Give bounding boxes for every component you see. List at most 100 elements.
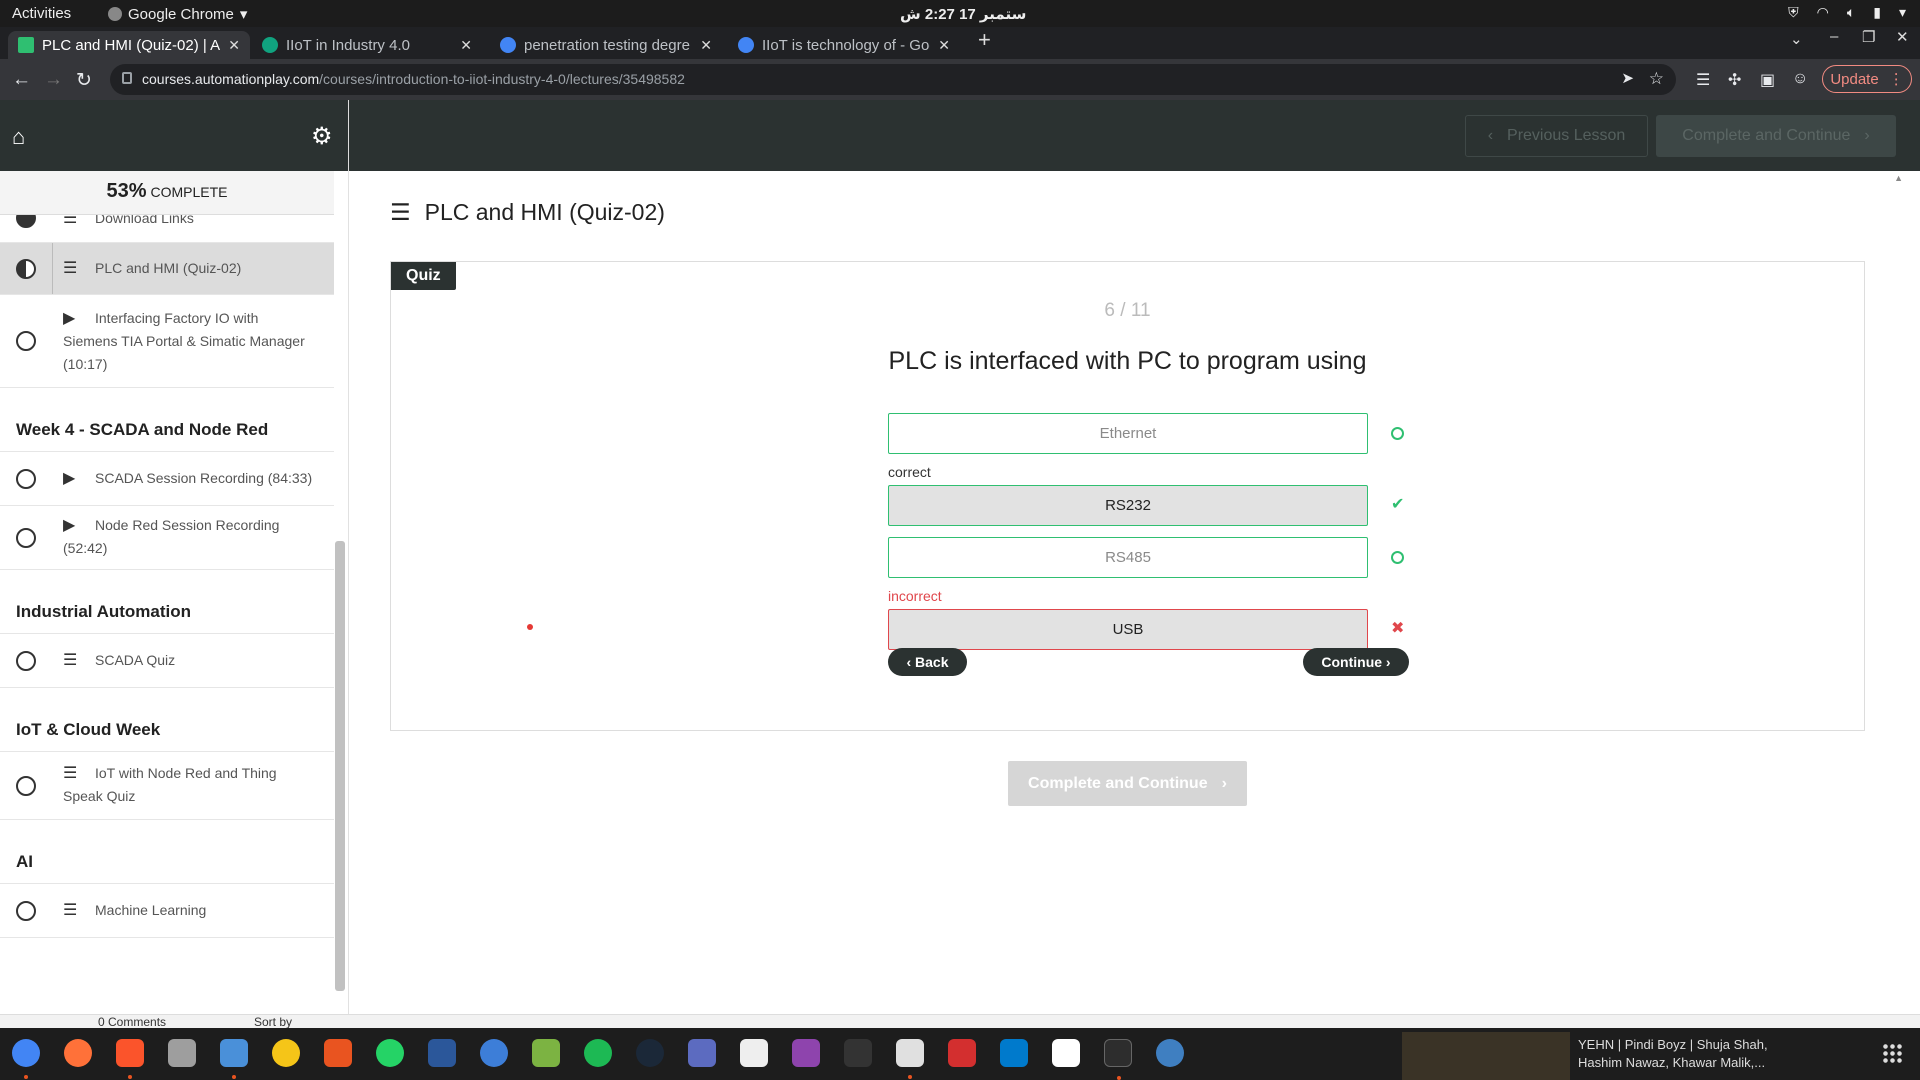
video-app-icon[interactable]: [792, 1039, 820, 1067]
text-editor-app-icon[interactable]: [896, 1039, 924, 1079]
continue-button[interactable]: Continue ›: [1303, 648, 1409, 676]
app-menu[interactable]: Google Chrome ▾: [108, 5, 247, 23]
complete-continue-label: Complete and Continue: [1028, 774, 1208, 792]
tab-penetration-testing[interactable]: penetration testing degre ✕: [490, 31, 722, 59]
header-complete-continue-button[interactable]: Complete and Continue ›: [1656, 115, 1896, 157]
send-icon[interactable]: ➤: [1621, 69, 1634, 87]
show-apps-grid-icon[interactable]: [1882, 1043, 1902, 1063]
clock[interactable]: ستمبر 17 2:27 ش: [900, 5, 1026, 23]
help-app-icon[interactable]: [480, 1039, 508, 1067]
media-line-2: Hashim Nawaz, Khawar Malik,...: [1578, 1055, 1766, 1070]
chrome-app-icon[interactable]: [12, 1039, 40, 1079]
system-tray[interactable]: ⛨ ◠ 🔈︎ ▮ ▾: [1788, 4, 1906, 21]
writer-app-icon[interactable]: [428, 1039, 456, 1067]
close-icon[interactable]: ✕: [228, 37, 240, 54]
comments-count[interactable]: 0 Comments: [98, 1015, 166, 1029]
thunderbird-app-icon[interactable]: [220, 1039, 248, 1079]
minimize-icon[interactable]: –: [1830, 28, 1838, 45]
back-button[interactable]: ‹ Back: [888, 648, 967, 676]
sidebar-item-text: ▶ Node Red Session Recording (52:42): [63, 514, 314, 560]
extensions-puzzle-icon[interactable]: ✣: [1728, 70, 1741, 90]
home-icon[interactable]: ⌂: [12, 124, 25, 150]
steam-app-icon[interactable]: [636, 1039, 664, 1067]
previous-lesson-button[interactable]: ‹ Previous Lesson: [1465, 115, 1648, 157]
sidebar-item-machine-learning[interactable]: ☰ Machine Learning: [0, 884, 334, 938]
url-bar[interactable]: courses.automationplay.com/courses/intro…: [110, 64, 1676, 95]
gear-icon[interactable]: ⚙: [311, 122, 333, 151]
course-sidebar[interactable]: 53% COMPLETE ☰ Download Links ☰ PLC and HM…: [0, 171, 349, 1014]
answer-option-rs485[interactable]: RS485: [888, 537, 1368, 578]
sidebar-item-plc-hmi-quiz[interactable]: ☰ PLC and HMI (Quiz-02): [0, 243, 334, 295]
qbittorrent-app-icon[interactable]: [1156, 1039, 1184, 1067]
whatsapp-app-icon[interactable]: [376, 1039, 404, 1067]
volume-icon: 🔈︎: [1846, 4, 1856, 20]
close-icon[interactable]: ✕: [700, 37, 712, 54]
answer-option-usb[interactable]: USB: [888, 609, 1368, 650]
brave-app-icon[interactable]: [116, 1039, 144, 1079]
lesson-content: ▲ ☰ PLC and HMI (Quiz-02) Quiz 6 / 11 PL…: [350, 171, 1905, 1014]
tab-search-chevron-icon[interactable]: ⌄: [1790, 30, 1803, 48]
terminal-app-icon[interactable]: [1104, 1039, 1132, 1080]
cursor-dot: [527, 624, 533, 630]
close-icon[interactable]: ✕: [938, 37, 950, 54]
sidebar-item-label: Node Red Session Recording (52:42): [63, 517, 280, 556]
section-title-industrial-automation: Industrial Automation: [0, 570, 334, 634]
firefox-app-icon[interactable]: [64, 1039, 92, 1067]
sidebar-item-label: SCADA Quiz: [95, 652, 176, 668]
sidebar-item-iot-node-red-quiz[interactable]: ☰ IoT with Node Red and Thing Speak Quiz: [0, 752, 334, 820]
media-thumbnail[interactable]: [1402, 1032, 1570, 1080]
profile-icon[interactable]: ☺: [1792, 70, 1808, 88]
sidebar-item-label: Machine Learning: [95, 902, 207, 918]
sidebar-item-factory-io[interactable]: ▶ Interfacing Factory IO with Siemens TIA…: [0, 295, 334, 388]
url-text: courses.automationplay.com/courses/intro…: [142, 71, 685, 87]
answer-option-rs232[interactable]: RS232: [888, 485, 1368, 526]
new-tab-plus-icon[interactable]: +: [978, 27, 991, 53]
back-arrow-icon[interactable]: ←: [12, 69, 31, 91]
question-counter: 6 / 11: [1104, 300, 1151, 321]
sort-by[interactable]: Sort by: [254, 1015, 292, 1029]
math-app-icon[interactable]: [740, 1039, 768, 1067]
battery-icon: ▮: [1873, 4, 1881, 20]
quiz-card: Quiz 6 / 11 PLC is interfaced with PC to…: [390, 261, 1865, 731]
app-menu-label: Google Chrome: [128, 5, 234, 23]
update-button[interactable]: Update ⋮: [1822, 65, 1912, 93]
chip-app-icon[interactable]: [532, 1039, 560, 1067]
sidebar-item-node-red-recording[interactable]: ▶ Node Red Session Recording (52:42): [0, 506, 334, 570]
rhythmbox-app-icon[interactable]: [272, 1039, 300, 1067]
tab-iiot-industry[interactable]: IIoT in Industry 4.0 ✕: [252, 31, 482, 59]
sidebar-item-scada-quiz[interactable]: ☰ SCADA Quiz: [0, 634, 334, 688]
forward-arrow-icon[interactable]: →: [44, 69, 63, 91]
tab-plc-hmi-quiz[interactable]: PLC and HMI (Quiz-02) | A ✕: [8, 31, 250, 59]
activities-button[interactable]: Activities: [12, 5, 71, 22]
vscode-app-icon[interactable]: [1000, 1039, 1028, 1067]
maximize-icon[interactable]: ❐: [1862, 28, 1875, 46]
system-top-bar: Activities Google Chrome ▾ ستمبر 17 2:27…: [0, 0, 1920, 27]
bookmark-star-icon[interactable]: ☆: [1649, 69, 1664, 89]
complete-continue-button[interactable]: Complete and Continue ›: [1008, 761, 1247, 806]
extension-db-icon[interactable]: ☰: [1696, 70, 1710, 90]
software-app-icon[interactable]: [324, 1039, 352, 1067]
answer-option-ethernet[interactable]: Ethernet: [888, 413, 1368, 454]
sidebar-scrollbar[interactable]: [335, 541, 345, 991]
sidebar-item-scada-recording[interactable]: ▶ SCADA Session Recording (84:33): [0, 452, 334, 506]
video-icon: ▶: [63, 470, 76, 487]
files-app-icon[interactable]: [168, 1039, 196, 1067]
chevron-right-icon: ›: [1864, 127, 1870, 144]
notion-app-icon[interactable]: [1052, 1039, 1080, 1067]
quiz-icon: ☰: [63, 902, 78, 919]
window-close-icon[interactable]: ✕: [1896, 28, 1909, 46]
close-icon[interactable]: ✕: [460, 37, 472, 54]
cross-icon: ✖: [1391, 620, 1405, 637]
document-viewer-app-icon[interactable]: [948, 1039, 976, 1067]
spotify-app-icon[interactable]: [584, 1039, 612, 1067]
reload-icon[interactable]: ↻: [76, 69, 92, 92]
update-label: Update: [1830, 70, 1879, 88]
screenshot-app-icon[interactable]: [688, 1039, 716, 1067]
scroll-up-arrow-icon[interactable]: ▲: [1894, 173, 1903, 183]
sidebar-item-text: ☰ IoT with Node Red and Thing Speak Quiz: [63, 762, 314, 808]
tab-iiot-technology[interactable]: IIoT is technology of - Goo ✕: [728, 31, 960, 59]
side-panel-icon[interactable]: ▣: [1760, 70, 1775, 90]
media-info[interactable]: YEHN | Pindi Boyz | Shuja Shah, Hashim N…: [1578, 1036, 1768, 1072]
divider: [52, 243, 53, 294]
arrow-app-icon[interactable]: [844, 1039, 872, 1067]
